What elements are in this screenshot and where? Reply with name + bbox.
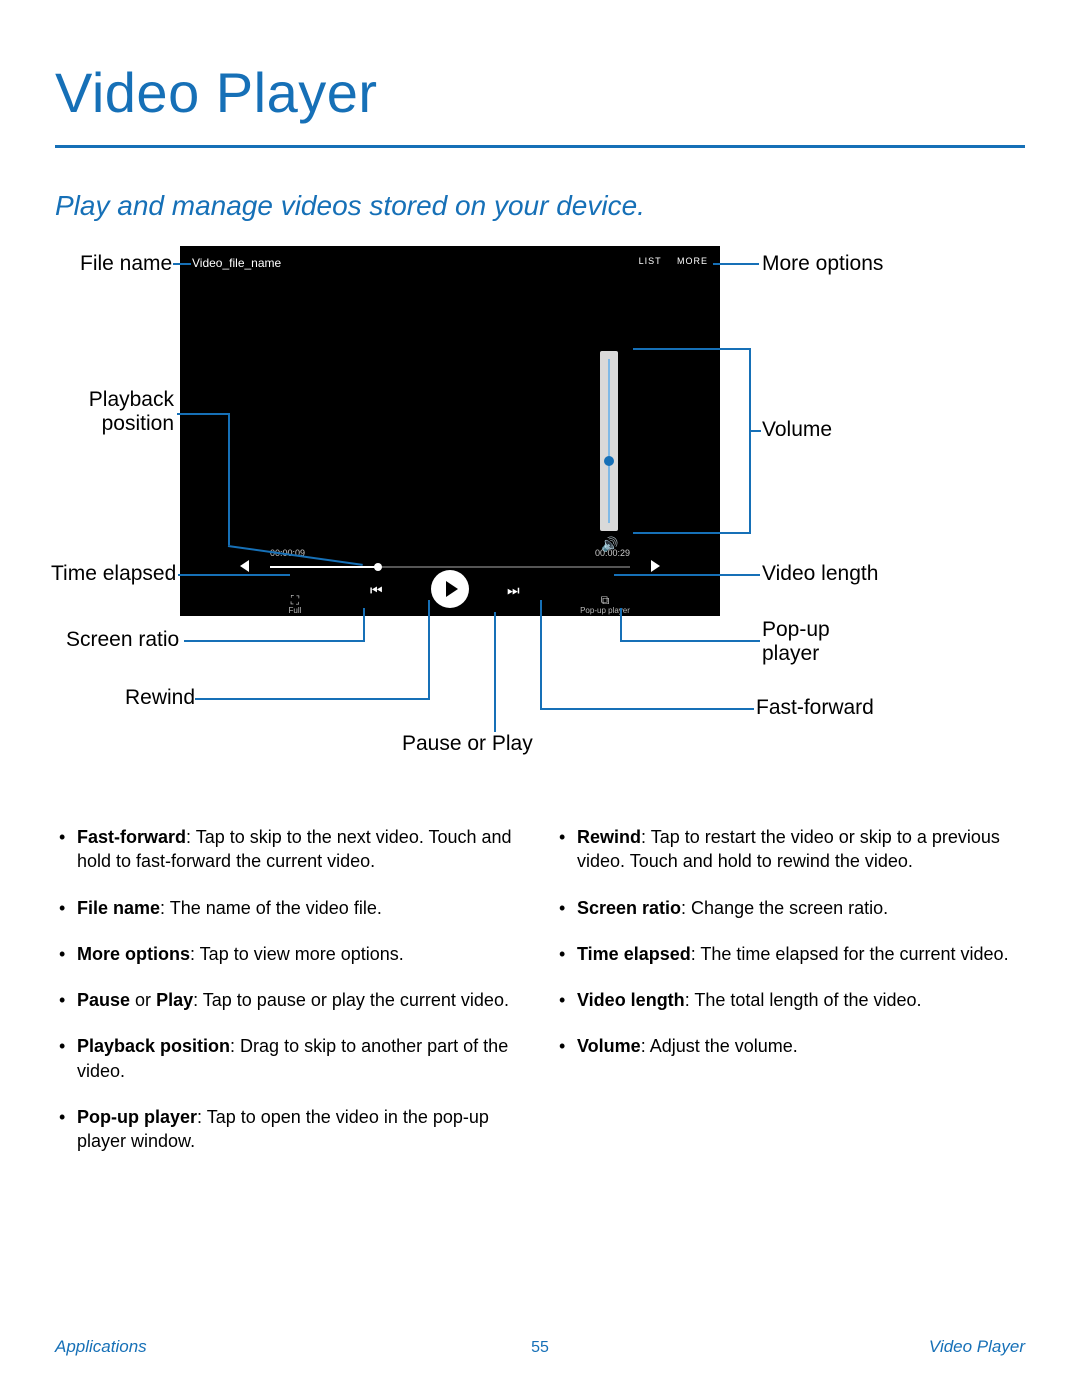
callout-popup-player: Pop-up player [762,618,830,666]
leader-line [178,574,290,576]
leader-line [184,640,365,642]
bullet-item: Time elapsed: The time elapsed for the c… [555,942,1015,966]
callout-volume: Volume [762,418,832,442]
bullet-item: More options: Tap to view more options. [55,942,515,966]
progress-fill [270,566,378,568]
leader-line [749,348,751,534]
volume-track [608,359,610,523]
play-pause-button[interactable] [431,570,469,608]
leader-line [633,532,751,534]
leader-line [177,413,230,415]
callout-screen-ratio: Screen ratio [66,628,179,652]
time-total-text: 00:00:29 [595,548,630,558]
more-button[interactable]: MORE [677,256,708,266]
callout-rewind: Rewind [125,686,195,710]
callout-pause-play: Pause or Play [402,732,533,756]
leader-line [620,608,622,642]
leader-line [428,600,430,700]
next-chapter-icon[interactable] [651,560,660,572]
rewind-button[interactable]: ⏮ [370,582,380,599]
leader-line [363,608,365,642]
bullet-item: Video length: The total length of the vi… [555,988,1015,1012]
leader-line [195,698,430,700]
leader-line [173,263,191,265]
video-file-name: Video_file_name [192,256,281,270]
callout-fast-forward: Fast-forward [756,696,874,720]
leader-line [540,600,542,710]
page-title: Video Player [55,60,378,125]
bullet-item: Playback position: Drag to skip to anoth… [55,1034,515,1083]
callout-video-length: Video length [762,562,878,586]
bullet-item: Pop-up player: Tap to open the video in … [55,1105,515,1154]
prev-chapter-icon[interactable] [240,560,249,572]
progress-bar[interactable] [270,566,630,568]
bullet-item: Fast-forward: Tap to skip to the next vi… [55,825,515,874]
callout-file-name: File name [80,252,172,276]
bullet-item: Pause or Play: Tap to pause or play the … [55,988,515,1012]
leader-line [540,708,754,710]
list-button[interactable]: LIST [639,256,662,266]
popup-player-label: Pop-up player [568,606,642,615]
fast-forward-button[interactable]: ⏭ [507,582,517,599]
leader-line [614,574,760,576]
callout-time-elapsed: Time elapsed [51,562,176,586]
leader-line [494,612,496,732]
screen-ratio-label: Full [272,606,318,615]
bullet-item: Screen ratio: Change the screen ratio. [555,896,1015,920]
callout-playback-position: Playback position [84,388,174,436]
progress-thumb[interactable] [374,563,382,571]
callout-more-options: More options [762,252,883,276]
video-player-screenshot: Video_file_name LIST MORE 🔊 00:00:09 00:… [180,246,720,616]
footer-page-number: 55 [0,1339,1080,1357]
bullet-item: Volume: Adjust the volume. [555,1034,1015,1058]
bullet-columns: Fast-forward: Tap to skip to the next vi… [55,825,1025,1176]
page-root: Video Player Play and manage videos stor… [0,0,1080,1397]
bullet-item: File name: The name of the video file. [55,896,515,920]
leader-line [633,348,751,350]
leader-line [749,430,761,432]
volume-slider[interactable] [600,351,618,531]
leader-line [620,640,760,642]
bullet-item: Rewind: Tap to restart the video or skip… [555,825,1015,874]
bullet-col-left: Fast-forward: Tap to skip to the next vi… [55,825,515,1176]
bullet-col-right: Rewind: Tap to restart the video or skip… [555,825,1015,1176]
volume-thumb[interactable] [604,456,614,466]
leader-line [228,413,230,545]
controls-bar: 00:00:09 00:00:29 ⏮ ⏭ ⛶ Full ⧉ Pop-up pl… [180,556,720,616]
page-subtitle: Play and manage videos stored on your de… [55,190,645,222]
leader-line [713,263,759,265]
title-divider [55,145,1025,148]
footer-topic: Video Player [929,1337,1025,1357]
bottom-row: ⏮ ⏭ ⛶ Full ⧉ Pop-up player [180,574,720,608]
top-right-buttons: LIST MORE [627,256,708,266]
